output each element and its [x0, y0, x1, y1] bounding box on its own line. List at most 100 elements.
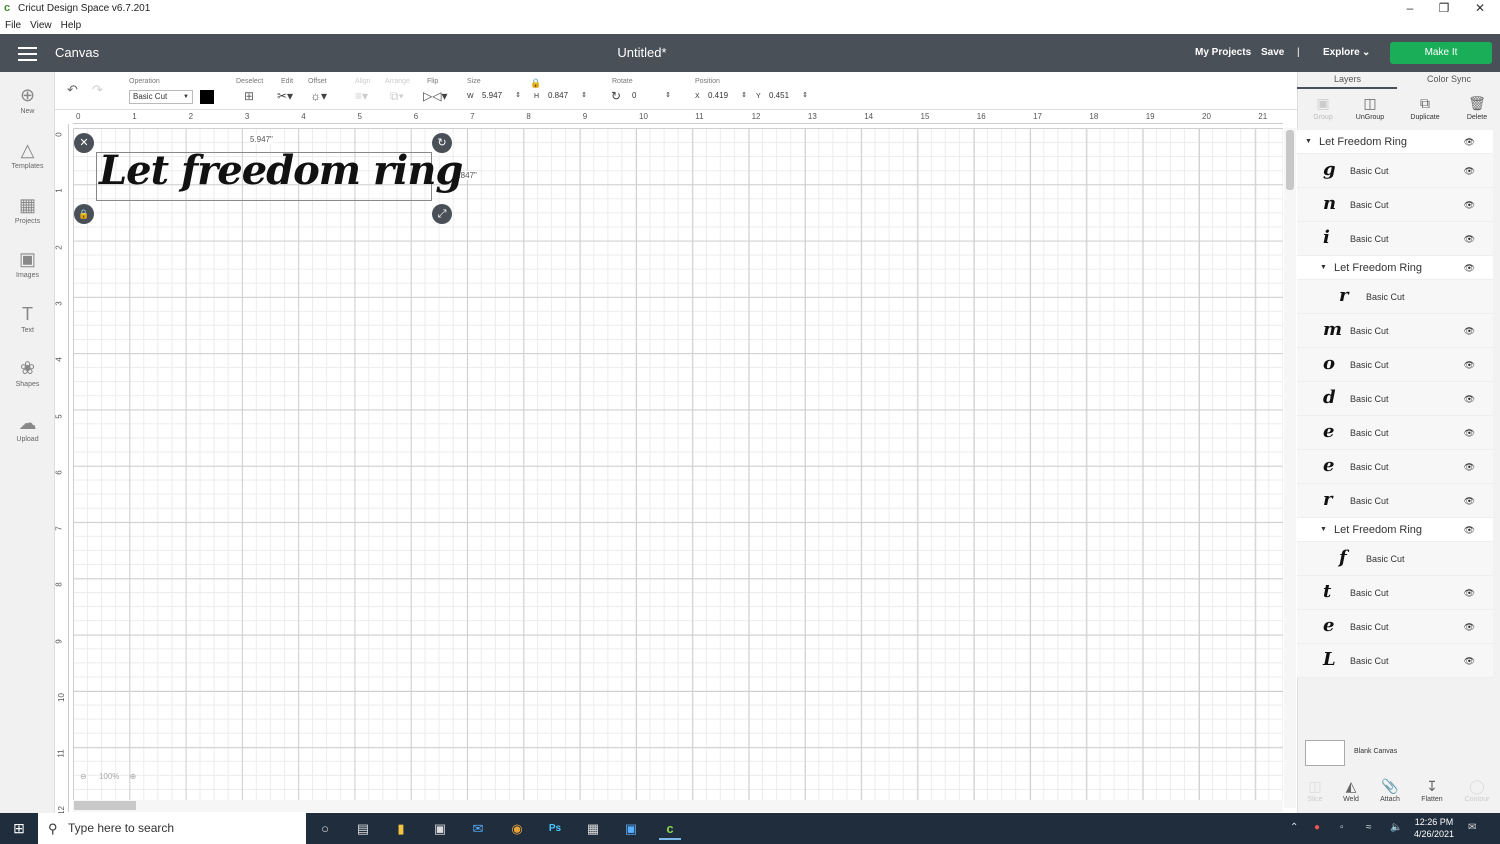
layer-row[interactable]: e Basic Cut 👁	[1297, 610, 1493, 644]
vertical-scroll-thumb[interactable]	[1286, 130, 1294, 190]
layer-row[interactable]: i Basic Cut 👁	[1297, 222, 1493, 256]
horizontal-scrollbar[interactable]	[73, 800, 1283, 812]
collapse-arrow-icon[interactable]: ▼	[1320, 264, 1327, 271]
deselect-icon[interactable]: ⊞	[244, 89, 254, 103]
eye-icon[interactable]: 👁	[1464, 234, 1475, 245]
delete-handle-icon[interactable]: ✕	[74, 133, 94, 153]
cricut-app-icon[interactable]: c	[659, 818, 681, 840]
sidebar-item-new[interactable]: ⊕ New	[0, 84, 55, 115]
stepper-icon[interactable]: ⇕	[581, 90, 587, 102]
sidebar-item-images[interactable]: ▣ Images	[0, 248, 55, 279]
save-link[interactable]: Save	[1261, 47, 1284, 58]
height-input[interactable]: 0.847 ⇕	[545, 90, 587, 104]
collapse-arrow-icon[interactable]: ▼	[1320, 526, 1327, 533]
eye-icon[interactable]: 👁	[1464, 263, 1475, 274]
photoshop-icon[interactable]: Ps	[544, 818, 566, 840]
group-button[interactable]: ▣ Group	[1298, 92, 1348, 121]
blank-canvas-swatch[interactable]	[1305, 740, 1345, 766]
photos-icon[interactable]: ▣	[620, 818, 642, 840]
layer-group-row[interactable]: ▼ Let Freedom Ring 👁	[1297, 518, 1493, 542]
clock[interactable]: 12:26 PM 4/26/2021	[1410, 816, 1458, 840]
minimize-icon[interactable]: –	[1392, 0, 1428, 18]
flip-icon[interactable]: ▷◁▾	[423, 89, 447, 103]
chevron-down-icon[interactable]: ⌄	[1362, 47, 1370, 58]
explore-dropdown[interactable]: Explore	[1323, 47, 1360, 58]
eye-icon[interactable]: 👁	[1464, 656, 1475, 667]
eye-icon[interactable]: 👁	[1464, 200, 1475, 211]
operation-select[interactable]: Basic Cut ▼	[129, 90, 193, 104]
x-input[interactable]: 0.419 ⇕	[705, 90, 747, 104]
width-input[interactable]: 5.947 ⇕	[479, 90, 521, 104]
layer-row[interactable]: L Basic Cut 👁	[1297, 644, 1493, 678]
tab-layers[interactable]: Layers	[1334, 74, 1361, 84]
selected-text-object[interactable]: Let freedom ring	[96, 147, 463, 201]
volume-icon[interactable]: 🔈	[1390, 822, 1402, 833]
layer-group-row[interactable]: ▼ Let Freedom Ring 👁	[1297, 130, 1493, 154]
stepper-icon[interactable]: ⇕	[515, 90, 521, 102]
layer-row[interactable]: e Basic Cut 👁	[1297, 450, 1493, 484]
zoom-in-icon[interactable]: ⊕	[130, 772, 137, 781]
windows-start-icon[interactable]: ⊞	[0, 813, 38, 844]
edit-icon[interactable]: ✂▾	[277, 89, 293, 103]
layer-group-row[interactable]: ▼ Let Freedom Ring 👁	[1297, 256, 1493, 280]
delete-button[interactable]: 🗑 Delete	[1452, 92, 1500, 121]
eye-icon[interactable]: 👁	[1464, 394, 1475, 405]
eye-icon[interactable]: 👁	[1464, 525, 1475, 536]
layer-row[interactable]: m Basic Cut 👁	[1297, 314, 1493, 348]
layer-row[interactable]: n Basic Cut 👁	[1297, 188, 1493, 222]
vertical-scrollbar[interactable]	[1284, 128, 1296, 808]
sidebar-item-projects[interactable]: ▦ Projects	[0, 194, 55, 225]
eye-icon[interactable]: 👁	[1464, 462, 1475, 473]
redo-icon[interactable]: ↷	[92, 82, 103, 98]
zoom-out-icon[interactable]: ⊖	[80, 772, 87, 781]
duplicate-button[interactable]: ⧉ Duplicate	[1400, 92, 1450, 121]
antivirus-icon[interactable]: ●	[1314, 822, 1320, 833]
eye-icon[interactable]: 👁	[1464, 137, 1475, 148]
sidebar-item-text[interactable]: T Text	[0, 303, 55, 334]
menu-file[interactable]: File	[5, 20, 21, 31]
layer-row[interactable]: g Basic Cut 👁	[1297, 154, 1493, 188]
notifications-icon[interactable]: ✉	[1468, 822, 1476, 833]
eye-icon[interactable]: 👁	[1464, 588, 1475, 599]
close-icon[interactable]: ✕	[1462, 0, 1498, 18]
menu-view[interactable]: View	[30, 20, 52, 31]
mail-icon[interactable]: ✉	[467, 818, 489, 840]
rotate-input[interactable]: 0 ⇕	[629, 90, 671, 104]
color-swatch[interactable]	[200, 90, 214, 104]
undo-icon[interactable]: ↶	[67, 82, 78, 98]
sidebar-item-upload[interactable]: ☁ Upload	[0, 412, 55, 443]
eye-icon[interactable]: 👁	[1464, 326, 1475, 337]
layer-row[interactable]: r Basic Cut	[1297, 280, 1493, 314]
resize-handle-icon[interactable]: ⤢	[432, 204, 452, 224]
zoom-control[interactable]: ⊖ 100% ⊕	[80, 772, 160, 790]
layer-row[interactable]: t Basic Cut 👁	[1297, 576, 1493, 610]
layer-row[interactable]: o Basic Cut 👁	[1297, 348, 1493, 382]
wifi-icon[interactable]: ≈	[1366, 822, 1372, 833]
chrome-icon[interactable]: ◉	[506, 818, 528, 840]
arrange-icon[interactable]: ⧉▾	[390, 89, 404, 104]
horizontal-scroll-thumb[interactable]	[74, 801, 136, 810]
eye-icon[interactable]: 👁	[1464, 428, 1475, 439]
tab-color-sync[interactable]: Color Sync	[1427, 74, 1471, 84]
attach-button[interactable]: 📎 Attach	[1370, 776, 1410, 803]
rotate-handle-icon[interactable]: ↻	[432, 133, 452, 153]
calculator-icon[interactable]: ▦	[582, 818, 604, 840]
sidebar-item-shapes[interactable]: ❀ Shapes	[0, 357, 55, 388]
my-projects-link[interactable]: My Projects	[1195, 47, 1251, 58]
menu-help[interactable]: Help	[61, 20, 82, 31]
restore-icon[interactable]: ❐	[1426, 0, 1462, 18]
tray-expand-icon[interactable]: ⌃	[1290, 822, 1298, 833]
collapse-arrow-icon[interactable]: ▼	[1305, 138, 1312, 145]
layer-row[interactable]: f Basic Cut	[1297, 542, 1493, 576]
layer-row[interactable]: e Basic Cut 👁	[1297, 416, 1493, 450]
ungroup-button[interactable]: ◫ UnGroup	[1345, 92, 1395, 121]
lock-ratio-icon[interactable]: 🔒	[530, 78, 541, 89]
stepper-icon[interactable]: ⇕	[665, 90, 671, 102]
layer-row[interactable]: r Basic Cut 👁	[1297, 484, 1493, 518]
stepper-icon[interactable]: ⇕	[741, 90, 747, 102]
eye-icon[interactable]: 👁	[1464, 496, 1475, 507]
canvas-grid[interactable]	[73, 128, 1283, 800]
task-view-icon[interactable]: ▤	[352, 818, 374, 840]
y-input[interactable]: 0.451 ⇕	[766, 90, 808, 104]
file-explorer-icon[interactable]: ▮	[390, 818, 412, 840]
